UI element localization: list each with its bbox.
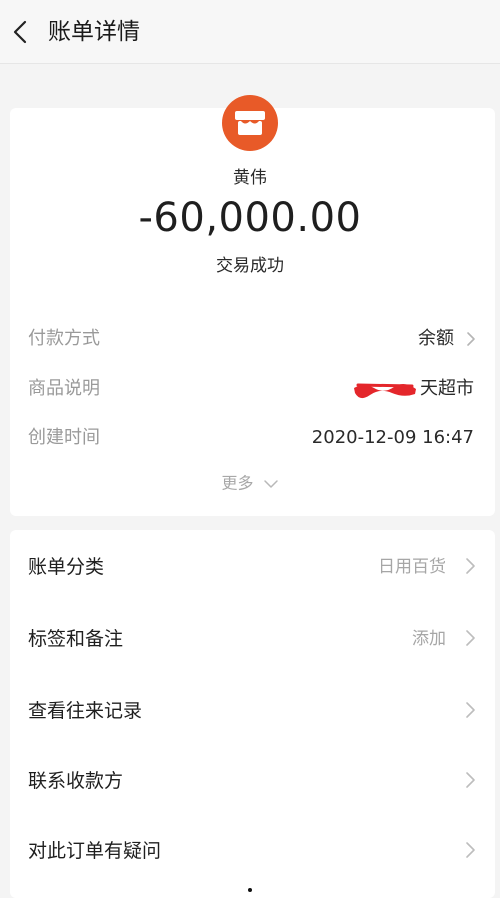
more-label: 更多 — [221, 473, 254, 493]
back-button[interactable] — [8, 14, 32, 50]
description-value: 天超市 — [420, 378, 474, 399]
payment-method-label: 付款方式 — [28, 328, 100, 349]
created-time-label: 创建时间 — [28, 427, 100, 448]
chevron-down-icon — [263, 479, 278, 488]
chevron-right-icon — [466, 842, 475, 858]
category-value: 日用百货 — [378, 557, 446, 577]
page-indicator-dot — [248, 888, 252, 892]
page-title: 账单详情 — [48, 19, 140, 45]
chevron-right-icon — [466, 331, 476, 347]
transaction-history-label: 查看往来记录 — [28, 700, 143, 722]
contact-payee-label: 联系收款方 — [28, 770, 124, 792]
chevron-right-icon — [466, 772, 475, 788]
chevron-right-icon — [466, 702, 475, 718]
tags-notes-label: 标签和备注 — [28, 628, 124, 650]
redaction-scribble — [354, 383, 416, 399]
tags-notes-row[interactable]: 标签和备注 添加 — [0, 618, 500, 658]
created-time-value: 2020-12-09 16:47 — [311, 427, 474, 448]
order-question-row[interactable]: 对此订单有疑问 — [0, 830, 500, 870]
store-icon — [235, 111, 265, 135]
order-question-label: 对此订单有疑问 — [28, 840, 162, 862]
description-row: 商品说明 天超市 — [0, 374, 500, 404]
avatar — [222, 95, 278, 151]
chevron-right-icon — [466, 630, 475, 646]
payment-method-value: 余额 — [418, 328, 454, 349]
contact-payee-row[interactable]: 联系收款方 — [0, 760, 500, 800]
top-nav-bar: 账单详情 — [0, 0, 500, 64]
transaction-status: 交易成功 — [216, 256, 284, 276]
transaction-history-row[interactable]: 查看往来记录 — [0, 690, 500, 730]
payee-name: 黄伟 — [233, 168, 267, 188]
created-time-row: 创建时间 2020-12-09 16:47 — [0, 423, 500, 453]
tags-notes-value: 添加 — [412, 629, 446, 649]
category-row[interactable]: 账单分类 日用百货 — [0, 546, 500, 586]
chevron-right-icon — [466, 558, 475, 574]
category-label: 账单分类 — [28, 556, 105, 578]
description-label: 商品说明 — [28, 378, 100, 399]
more-toggle[interactable]: 更多 — [0, 472, 500, 495]
payment-method-row[interactable]: 付款方式 余额 — [0, 324, 500, 354]
transaction-amount: -60,000.00 — [138, 195, 362, 241]
chevron-left-icon — [13, 20, 27, 44]
